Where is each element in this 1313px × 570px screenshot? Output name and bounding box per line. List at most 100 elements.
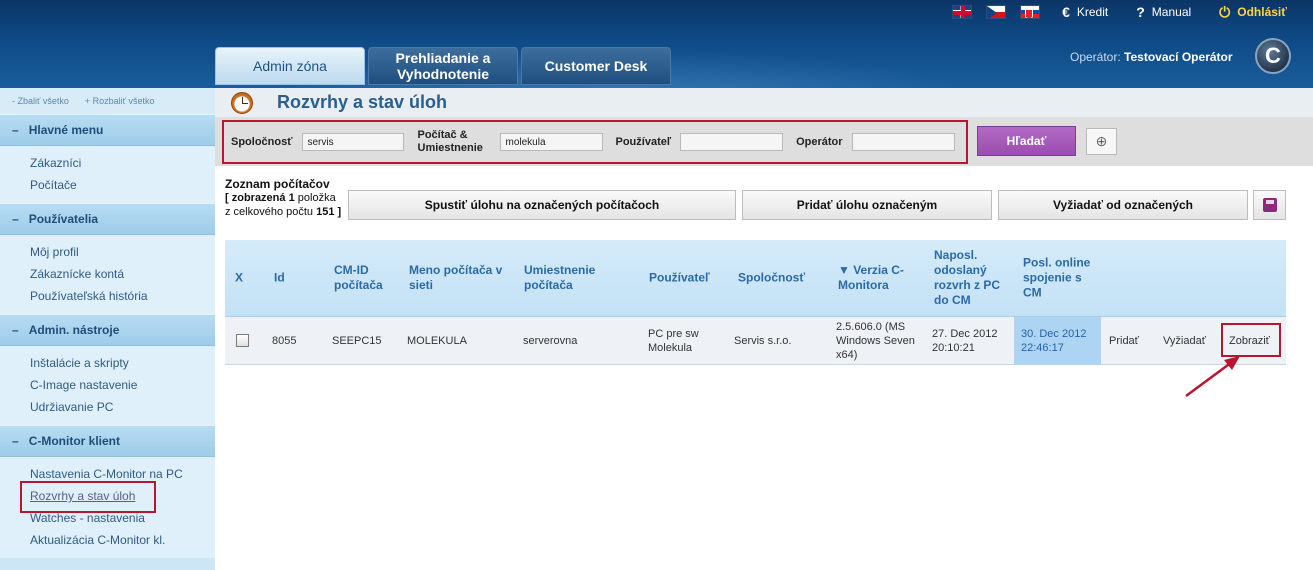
filter-bar: Spoločnosť Počítač & Umiestnenie Používa… — [215, 118, 1313, 166]
sidebar-item-instalacie[interactable]: Inštalácie a skripty — [30, 352, 215, 374]
operator-input[interactable] — [851, 133, 955, 151]
table-row: 30. Dec 2012 22:46:17 8055 SEEPC15 MOLEK… — [225, 317, 1286, 365]
operator-filter-label: Operátor — [796, 135, 843, 148]
sidebar-item-moj-profil[interactable]: Môj profil — [30, 241, 215, 263]
col-last-online[interactable]: Posl. online spojenie s CM — [1023, 256, 1093, 301]
expand-all-link[interactable]: + Rozbaliť všetko — [85, 96, 155, 106]
sidebar-section-items: Nastavenia C-Monitor na PC Rozvrhy a sta… — [0, 457, 215, 558]
filter-fields: Spoločnosť Počítač & Umiestnenie Používa… — [222, 120, 968, 164]
row-checkbox[interactable] — [236, 334, 249, 347]
computer-label: Počítač & Umiestnenie — [418, 129, 490, 155]
sidebar-item-historia[interactable]: Používateľská história — [30, 285, 215, 307]
collapse-dash-icon: – — [12, 323, 19, 337]
cell-company: Servis s.r.o. — [734, 334, 792, 347]
annotation-arrow-icon — [1185, 356, 1240, 398]
flag-sk-icon[interactable] — [1020, 5, 1041, 19]
main-content: Rozvrhy a stav úloh Spoločnosť Počítač &… — [215, 88, 1313, 570]
credit-label: Kredit — [1076, 5, 1109, 19]
sidebar-item-zakaznici[interactable]: Zákazníci — [30, 152, 215, 174]
operator-label: Operátor: — [1070, 50, 1121, 64]
company-input[interactable] — [301, 133, 404, 151]
sidebar-section-pouzivatelia[interactable]: – Používatelia — [0, 203, 215, 235]
euro-icon: € — [1062, 4, 1070, 20]
sidebar-item-c-image[interactable]: C-Image nastavenie — [30, 374, 215, 396]
sidebar-section-hlavne-menu[interactable]: – Hlavné menu — [0, 114, 215, 146]
collapse-all-link[interactable]: - Zbaliť všetko — [12, 96, 69, 106]
cell-cmid: SEEPC15 — [332, 334, 382, 347]
row-request-link[interactable]: Vyžiadať — [1163, 335, 1206, 347]
sidebar-toggle-bar: - Zbaliť všetko + Rozbaliť všetko — [0, 88, 215, 114]
sidebar-section-title: Používatelia — [28, 212, 99, 226]
cell-last-schedule: 27. Dec 2012 20:10:21 — [932, 327, 998, 354]
sidebar-item-udrziavanie[interactable]: Udržiavanie PC — [30, 396, 215, 418]
col-x[interactable]: X — [235, 271, 243, 286]
top-bar: € Kredit ? Manual ⏻ Odhlásiť — [952, 0, 1313, 24]
sidebar-item-aktualizacia[interactable]: Aktualizácia C-Monitor kl. — [30, 529, 215, 551]
user-label: Používateľ — [615, 135, 672, 148]
count-prefix: [ zobrazená — [225, 192, 286, 204]
search-button[interactable]: Hľadať — [977, 126, 1076, 156]
tab-customer-desk[interactable]: Customer Desk — [521, 47, 671, 85]
col-location[interactable]: Umiestnenie počítača — [524, 263, 604, 293]
sidebar-section-c-monitor[interactable]: – C-Monitor klient — [0, 425, 215, 457]
list-count: [ zobrazená 1 položka z celkového počtu … — [225, 191, 343, 219]
logout-label: Odhlásiť — [1237, 5, 1287, 19]
col-id[interactable]: Id — [274, 271, 285, 286]
computers-table: X Id CM-ID počítača Meno počítača v siet… — [225, 240, 1286, 365]
tab-prehliadanie[interactable]: Prehliadanie a Vyhodnotenie — [368, 47, 518, 85]
logout-link[interactable]: ⏻ Odhlásiť — [1219, 4, 1287, 21]
company-label: Spoločnosť — [231, 135, 293, 148]
app-logo: C — [1255, 38, 1291, 74]
main-tabs: Admin zóna Prehliadanie a Vyhodnotenie C… — [215, 47, 674, 85]
list-title: Zoznam počítačov — [225, 177, 330, 191]
col-cmid[interactable]: CM-ID počítača — [334, 263, 394, 293]
collapse-dash-icon: – — [12, 434, 19, 448]
last-online-cell: 30. Dec 2012 22:46:17 — [1014, 317, 1101, 365]
computer-label-line2: Umiestnenie — [417, 142, 483, 154]
page-title: Rozvrhy a stav úloh — [277, 92, 448, 112]
operator-name: Testovací Operátor — [1124, 50, 1233, 64]
sidebar-item-rozvrhy[interactable]: Rozvrhy a stav úloh — [20, 481, 215, 513]
add-task-button[interactable]: Pridať úlohu označeným — [742, 190, 992, 220]
col-company[interactable]: Spoločnosť — [738, 271, 805, 286]
clock-icon — [231, 91, 253, 114]
computer-label-line1: Počítač & — [417, 129, 468, 141]
table-header: X Id CM-ID počítača Meno počítača v siet… — [225, 240, 1286, 317]
cell-version: 2.5.606.0 (MS Windows Seven x64) — [836, 320, 915, 361]
cell-id: 8055 — [272, 334, 297, 347]
manual-label: Manual — [1151, 5, 1192, 19]
manual-link[interactable]: ? Manual — [1136, 4, 1191, 20]
save-button[interactable] — [1253, 190, 1286, 220]
col-version[interactable]: ▼ Verzia C-Monitora — [838, 263, 918, 293]
collapse-dash-icon: – — [12, 123, 19, 137]
advanced-search-icon[interactable]: ⊕ — [1086, 128, 1117, 155]
list-info: Zoznam počítačov [ zobrazená 1 položka z… — [225, 177, 343, 219]
row-add-link[interactable]: Pridať — [1109, 335, 1139, 347]
help-icon: ? — [1136, 4, 1145, 20]
sidebar-section-admin-nastroje[interactable]: – Admin. nástroje — [0, 314, 215, 346]
sidebar-item-pocitace[interactable]: Počítače — [30, 174, 215, 196]
user-input[interactable] — [680, 133, 784, 151]
sidebar-section-items: Môj profil Zákaznícke kontá Používateľsk… — [0, 235, 215, 314]
collapse-dash-icon: – — [12, 212, 19, 226]
flag-cz-icon[interactable] — [986, 5, 1007, 19]
cell-user: PC pre sw Molekula — [648, 327, 699, 354]
flag-uk-icon[interactable] — [952, 5, 973, 19]
col-name[interactable]: Meno počítača v sieti — [409, 263, 509, 293]
page-titlebar: Rozvrhy a stav úloh — [215, 88, 1313, 118]
count-shown: 1 — [288, 192, 295, 204]
cell-location: serverovna — [523, 334, 578, 347]
tab-admin-zona[interactable]: Admin zóna — [215, 47, 365, 85]
request-button[interactable]: Vyžiadať od označených — [998, 190, 1248, 220]
computer-input[interactable] — [499, 133, 603, 151]
col-last-schedule[interactable]: Naposl. odoslaný rozvrh z PC do CM — [934, 248, 1009, 308]
power-icon: ⏻ — [1219, 3, 1231, 20]
app-header: € Kredit ? Manual ⏻ Odhlásiť Admin zóna … — [0, 0, 1313, 88]
sidebar-item-zakaznicke-konta[interactable]: Zákaznícke kontá — [30, 263, 215, 285]
col-user[interactable]: Používateľ — [649, 271, 710, 286]
count-total: 151 — [316, 206, 335, 218]
count-suffix: ] — [337, 206, 342, 218]
credit-link[interactable]: € Kredit — [1062, 4, 1108, 20]
run-task-button[interactable]: Spustiť úlohu na označených počítačoch — [348, 190, 736, 220]
sidebar-section-title: Hlavné menu — [28, 123, 104, 137]
